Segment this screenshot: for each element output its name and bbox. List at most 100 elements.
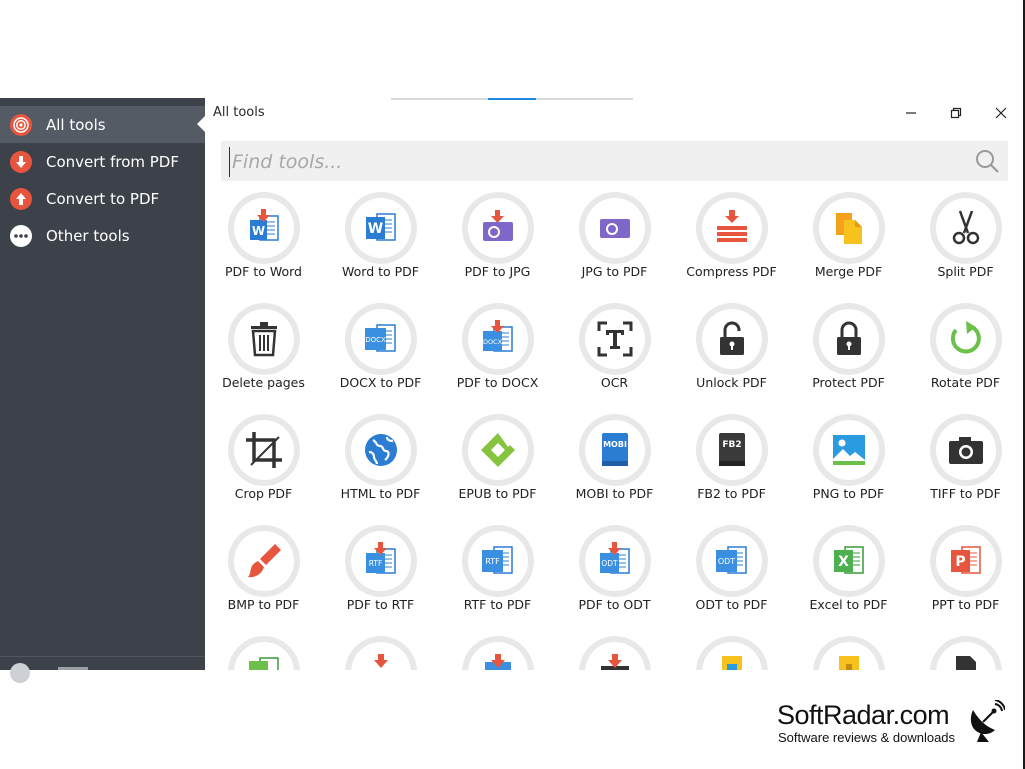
tool-compress-pdf[interactable]: Compress PDF (673, 192, 790, 292)
ellipsis-icon (10, 224, 32, 247)
watermark-title: SoftRadar.com (777, 700, 950, 730)
tool-label: PNG to PDF (812, 486, 885, 501)
tool-label: BMP to PDF (227, 597, 300, 612)
trash-icon (251, 322, 277, 357)
svg-text:X: X (838, 554, 849, 570)
tool-icon-ring: RTF (345, 525, 417, 597)
svg-text:RTF: RTF (485, 557, 500, 566)
tool-icon-ring (579, 303, 651, 375)
tool-label: Word to PDF (342, 264, 419, 279)
tool-icon-ring (345, 414, 417, 486)
tool-html-to-pdf[interactable]: HTML to PDF (322, 414, 439, 514)
svg-text:MOBI: MOBI (603, 440, 627, 449)
tool-icon-ring (462, 636, 534, 670)
tool-icon-ring (813, 636, 885, 670)
doc-download-icon (485, 654, 511, 670)
tool-label: Protect PDF (812, 375, 885, 390)
app-window: All tools Convert from PDF Convert to PD… (0, 98, 1025, 683)
tool-excel-to-pdf[interactable]: X Excel to PDF (790, 525, 907, 625)
tool-rtf-to-pdf[interactable]: RTF RTF to PDF (439, 525, 556, 625)
tool-bmp-to-pdf[interactable]: BMP to PDF (205, 525, 322, 625)
tool-mobi-to-pdf[interactable]: MOBI MOBI to PDF (556, 414, 673, 514)
tool-epub-to-pdf[interactable]: EPUB to PDF (439, 414, 556, 514)
tool-label: FB2 to PDF (697, 486, 766, 501)
tool-icon-ring: ODT (579, 525, 651, 597)
tool-icon-ring: DOCX (462, 303, 534, 375)
tool-protect-pdf[interactable]: Protect PDF (790, 303, 907, 403)
tool-delete-pages[interactable]: Delete pages (205, 303, 322, 403)
tool-crop-pdf[interactable]: Crop PDF (205, 414, 322, 514)
tool-icon-ring (930, 636, 1002, 670)
tool-row5-4[interactable] (556, 636, 673, 670)
tool-row5-7[interactable] (907, 636, 1024, 670)
tool-pdf-to-jpg[interactable]: PDF to JPG (439, 192, 556, 292)
photo-camera-icon (949, 437, 983, 464)
main-panel: All tools W (205, 98, 1025, 670)
tool-label: DOCX to PDF (339, 375, 422, 390)
search-icon[interactable] (974, 148, 1000, 178)
excel-icon: X (834, 546, 864, 574)
tool-pdf-to-docx[interactable]: DOCX PDF to DOCX (439, 303, 556, 403)
tool-rotate-pdf[interactable]: Rotate PDF (907, 303, 1024, 403)
close-button[interactable] (989, 102, 1013, 124)
tool-row5-5[interactable] (673, 636, 790, 670)
tool-docx-to-pdf[interactable]: DOCX DOCX to PDF (322, 303, 439, 403)
tool-tiff-to-pdf[interactable]: TIFF to PDF (907, 414, 1024, 514)
arrow-up-icon (10, 187, 32, 210)
tool-row5-2[interactable] (322, 636, 439, 670)
tool-fb2-to-pdf[interactable]: FB2 FB2 to PDF (673, 414, 790, 514)
tool-icon-ring: P (930, 525, 1002, 597)
svg-text:ODT: ODT (718, 557, 735, 566)
tool-icon-ring (813, 303, 885, 375)
epub-icon (481, 433, 515, 467)
tool-ocr[interactable]: OCR (556, 303, 673, 403)
sidebar-item-all-tools[interactable]: All tools (0, 106, 205, 143)
sidebar-item-convert-to-pdf[interactable]: Convert to PDF (0, 180, 205, 217)
tool-png-to-pdf[interactable]: PNG to PDF (790, 414, 907, 514)
tool-icon-ring: MOBI (579, 414, 651, 486)
minimize-icon (906, 112, 916, 114)
tool-row5-3[interactable] (439, 636, 556, 670)
tool-odt-to-pdf[interactable]: ODT ODT to PDF (673, 525, 790, 625)
tool-icon-ring: W (345, 192, 417, 264)
sidebar-item-convert-from-pdf[interactable]: Convert from PDF (0, 143, 205, 180)
tool-icon-ring (696, 636, 768, 670)
restore-button[interactable] (944, 102, 968, 124)
tool-icon-ring: X (813, 525, 885, 597)
tool-merge-pdf[interactable]: Merge PDF (790, 192, 907, 292)
tool-label: RTF to PDF (463, 597, 532, 612)
watermark-subtitle: Software reviews & downloads (778, 730, 956, 745)
tool-icon-ring (462, 192, 534, 264)
tool-split-pdf[interactable]: Split PDF (907, 192, 1024, 292)
doc-download-icon (601, 654, 629, 670)
tool-jpg-to-pdf[interactable]: JPG to PDF (556, 192, 673, 292)
tool-row5-1[interactable] (205, 636, 322, 670)
docx-icon: DOCX (365, 324, 396, 352)
svg-text:RTF: RTF (369, 559, 383, 568)
active-tab-indicator (488, 98, 536, 100)
tool-label: PPT to PDF (931, 597, 1000, 612)
tool-pdf-to-word[interactable]: W PDF to Word (205, 192, 322, 292)
tool-label: MOBI to PDF (575, 486, 654, 501)
tool-label: EPUB to PDF (458, 486, 537, 501)
top-tab-strip (391, 98, 633, 100)
tool-pdf-to-rtf[interactable]: RTF PDF to RTF (322, 525, 439, 625)
fb2-book-icon: FB2 (719, 433, 745, 466)
sidebar-item-other-tools[interactable]: Other tools (0, 217, 205, 254)
scissors-icon (952, 210, 980, 245)
tool-pdf-to-odt[interactable]: ODT PDF to ODT (556, 525, 673, 625)
tool-icon-ring (579, 636, 651, 670)
settings-icon[interactable] (10, 663, 30, 683)
tool-word-to-pdf[interactable]: W Word to PDF (322, 192, 439, 292)
sidebar-footer-text (58, 667, 88, 670)
minimize-button[interactable] (899, 102, 923, 124)
tool-label: Rotate PDF (930, 375, 1001, 390)
arrow-down-icon (10, 150, 32, 173)
paintbrush-icon (248, 544, 281, 578)
sidebar-item-label: Other tools (46, 226, 130, 245)
tool-row5-6[interactable] (790, 636, 907, 670)
tool-unlock-pdf[interactable]: Unlock PDF (673, 303, 790, 403)
tool-ppt-to-pdf[interactable]: P PPT to PDF (907, 525, 1024, 625)
odt-doc-icon: ODT (716, 546, 747, 574)
search-input[interactable] (229, 147, 954, 177)
